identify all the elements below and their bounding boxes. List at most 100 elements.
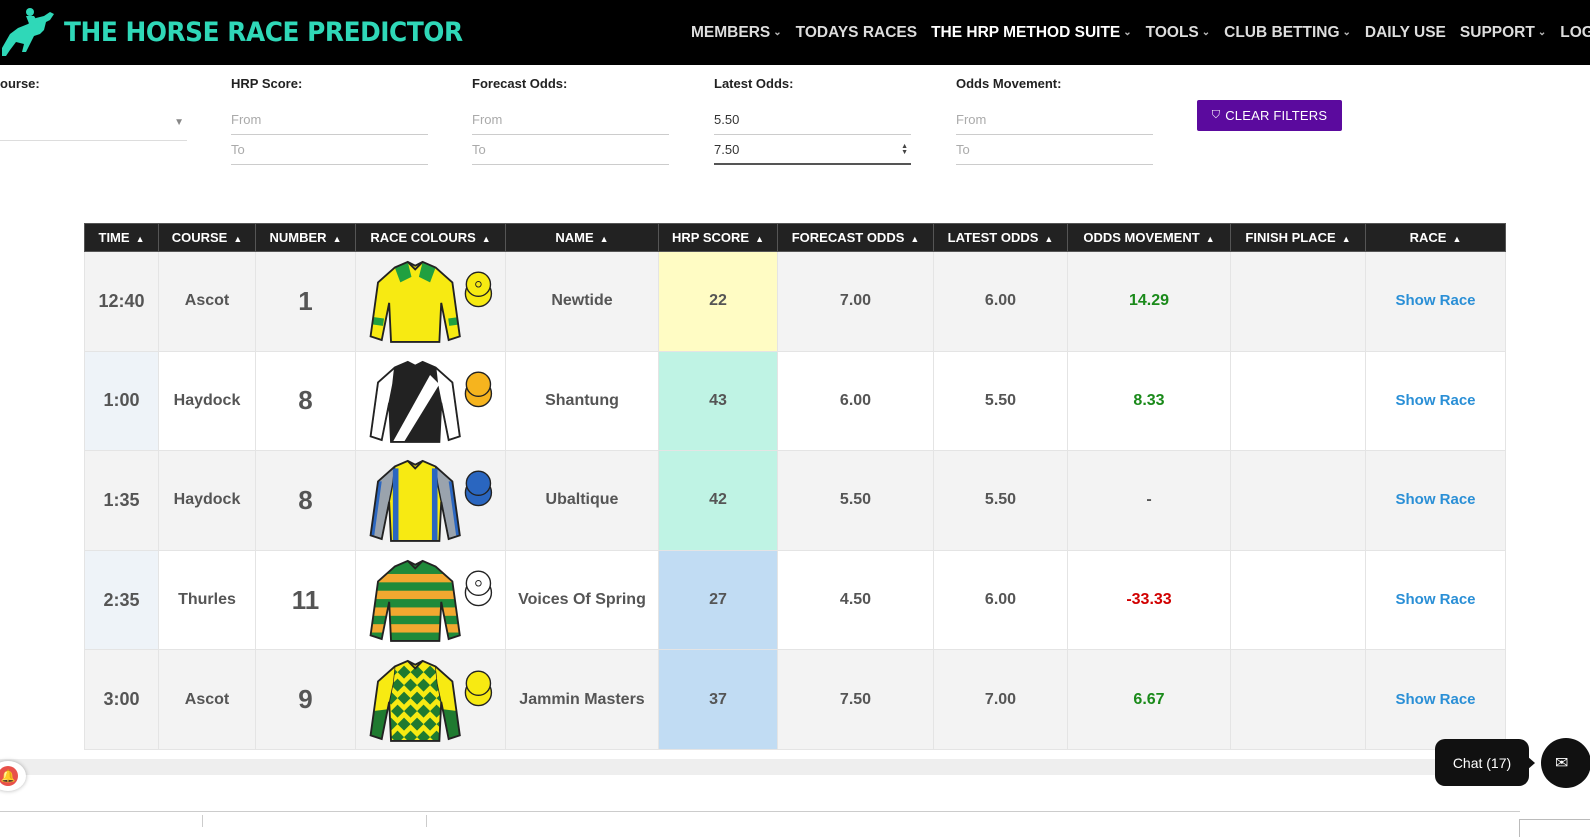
latest-from-input[interactable] bbox=[714, 105, 911, 135]
show-race-link[interactable]: Show Race bbox=[1395, 591, 1475, 608]
cell-course: Thurles bbox=[158, 549, 256, 651]
cell-course-text: Ascot bbox=[184, 690, 230, 708]
column-header-name[interactable]: NAME ▲ bbox=[505, 223, 659, 252]
forecast-to-input[interactable] bbox=[472, 135, 669, 165]
filter-icon: ⛉ bbox=[1211, 109, 1221, 121]
cell-name-text: Voices Of Spring bbox=[518, 591, 646, 609]
column-header-latest-odds[interactable]: LATEST ODDS ▲ bbox=[933, 223, 1068, 252]
cell-time: 3:00 bbox=[84, 649, 159, 750]
spinner-icon[interactable]: ▲ ▼ bbox=[901, 143, 908, 156]
cell-number: 11 bbox=[255, 549, 356, 651]
footer-divider-tick bbox=[202, 815, 203, 827]
cell-race[interactable]: Show Race bbox=[1365, 450, 1506, 551]
cell-hrp-text: 37 bbox=[709, 690, 727, 708]
horizontal-scrollbar[interactable] bbox=[0, 759, 1510, 775]
cell-name: Shantung bbox=[505, 350, 659, 452]
jockey-silks-icon bbox=[369, 560, 492, 642]
jockey-silks-icon bbox=[369, 360, 492, 443]
cell-forecast: 7.50 bbox=[777, 649, 934, 750]
cell-race[interactable]: Show Race bbox=[1365, 251, 1506, 352]
column-header-hrp-score[interactable]: HRP SCORE ▲ bbox=[658, 223, 778, 252]
table-row: 1:35 Haydock 8 Ubaltique 42 5.50 5.50 - Show Ra… bbox=[84, 450, 1506, 551]
filter-latest-odds: Latest Odds: ▲▼ bbox=[714, 76, 911, 165]
nav-item-club-betting[interactable]: CLUB BETTING ⌄ bbox=[1224, 24, 1351, 42]
cell-time-text: 3:00 bbox=[103, 689, 140, 710]
cell-time: 1:35 bbox=[84, 450, 159, 551]
clear-filters-button[interactable]: ⛉ CLEAR FILTERS bbox=[1197, 100, 1342, 131]
cell-hrp: 42 bbox=[658, 450, 778, 551]
nav-item-logo[interactable]: LOGO bbox=[1560, 24, 1590, 42]
column-header-race[interactable]: RACE ▲ bbox=[1365, 223, 1506, 252]
cell-course-text: Haydock bbox=[173, 391, 241, 409]
nav-item-support[interactable]: SUPPORT ⌄ bbox=[1460, 24, 1546, 42]
show-race-link[interactable]: Show Race bbox=[1395, 491, 1475, 508]
chat-launcher[interactable]: ✉ bbox=[1541, 738, 1590, 788]
sort-arrow-icon: ▲ bbox=[599, 234, 609, 244]
table-row: 12:40 Ascot 1 Newtide 22 7.00 6.00 14.29 Show R… bbox=[84, 251, 1506, 352]
column-header-course[interactable]: COURSE ▲ bbox=[158, 223, 256, 252]
chevron-down-icon: ⌄ bbox=[1342, 27, 1351, 38]
latest-to-wrap: ▲▼ bbox=[714, 135, 911, 165]
column-header-label: NUMBER bbox=[269, 230, 327, 245]
column-header-time[interactable]: TIME ▲ bbox=[84, 223, 159, 252]
column-header-race-colours[interactable]: RACE COLOURS ▲ bbox=[355, 223, 506, 252]
cell-silks bbox=[355, 549, 506, 651]
nav-item-daily-use[interactable]: DAILY USE bbox=[1365, 24, 1446, 42]
cell-race[interactable]: Show Race bbox=[1365, 549, 1506, 651]
movement-to-input[interactable] bbox=[956, 135, 1153, 165]
footer-divider bbox=[0, 811, 1520, 812]
brand-logo[interactable]: THE HORSE RACE PREDICTOR bbox=[0, 4, 497, 60]
show-race-link[interactable]: Show Race bbox=[1395, 691, 1475, 708]
cell-number-text: 11 bbox=[291, 584, 320, 615]
latest-to-input[interactable] bbox=[714, 135, 911, 165]
show-race-link[interactable]: Show Race bbox=[1395, 292, 1475, 309]
column-header-number[interactable]: NUMBER ▲ bbox=[255, 223, 356, 252]
cell-race[interactable]: Show Race bbox=[1365, 350, 1506, 452]
cell-forecast: 4.50 bbox=[777, 549, 934, 651]
column-header-label: FORECAST ODDS bbox=[791, 230, 905, 245]
cell-hrp: 37 bbox=[658, 649, 778, 750]
nav-item-label: THE HRP METHOD SUITE bbox=[931, 23, 1121, 41]
nav-item-the-hrp-method-suite[interactable]: THE HRP METHOD SUITE ⌄ bbox=[931, 24, 1132, 42]
nav-item-todays-races[interactable]: TODAYS RACES bbox=[796, 24, 917, 42]
nav-item-tools[interactable]: TOOLS ⌄ bbox=[1146, 24, 1211, 42]
cell-number: 8 bbox=[255, 450, 356, 551]
column-header-label: COURSE bbox=[171, 230, 228, 245]
sort-arrow-icon: ▲ bbox=[481, 234, 491, 244]
table-header-row: TIME ▲ COURSE ▲ NUMBER ▲ RACE COLOURS ▲ NAME ▲ HRP… bbox=[84, 223, 1506, 252]
cell-race[interactable]: Show Race bbox=[1365, 649, 1506, 750]
cell-latest: 5.50 bbox=[933, 350, 1068, 452]
races-table: TIME ▲ COURSE ▲ NUMBER ▲ RACE COLOURS ▲ NAME ▲ HRP… bbox=[84, 223, 1506, 750]
footer-divider-tick bbox=[426, 815, 427, 827]
sort-arrow-icon: ▲ bbox=[1452, 234, 1462, 244]
cell-course: Ascot bbox=[158, 649, 256, 750]
cell-hrp-text: 22 bbox=[709, 292, 727, 310]
show-race-link[interactable]: Show Race bbox=[1395, 392, 1475, 409]
column-header-label: RACE COLOURS bbox=[370, 230, 476, 245]
cell-forecast-text: 7.50 bbox=[839, 690, 872, 708]
cell-name-text: Ubaltique bbox=[545, 491, 619, 509]
movement-from-input[interactable] bbox=[956, 105, 1153, 135]
column-header-odds-movement[interactable]: ODDS MOVEMENT ▲ bbox=[1067, 223, 1231, 252]
column-header-finish-place[interactable]: FINISH PLACE ▲ bbox=[1230, 223, 1366, 252]
hrp-from-input[interactable] bbox=[231, 105, 428, 135]
cell-number-text: 1 bbox=[298, 285, 313, 316]
cell-hrp: 43 bbox=[658, 350, 778, 452]
top-navbar: THE HORSE RACE PREDICTOR MEMBERS ⌄ TODAYS … bbox=[0, 0, 1590, 65]
cell-latest-text: 5.50 bbox=[984, 391, 1017, 409]
cell-finish bbox=[1230, 549, 1366, 651]
cell-name: Newtide bbox=[505, 251, 659, 352]
column-header-forecast-odds[interactable]: FORECAST ODDS ▲ bbox=[777, 223, 934, 252]
course-select[interactable]: ▼ bbox=[0, 105, 187, 141]
hrp-to-input[interactable] bbox=[231, 135, 428, 165]
cell-hrp: 27 bbox=[658, 549, 778, 651]
sort-arrow-icon: ▲ bbox=[1205, 234, 1215, 244]
cell-course: Ascot bbox=[158, 251, 256, 352]
cell-movement-text: - bbox=[1146, 491, 1152, 509]
sort-arrow-icon: ▲ bbox=[1044, 234, 1054, 244]
forecast-from-input[interactable] bbox=[472, 105, 669, 135]
nav-item-members[interactable]: MEMBERS ⌄ bbox=[691, 24, 782, 42]
chat-icon: ✉ bbox=[1555, 755, 1569, 772]
chat-button[interactable]: Chat (17) bbox=[1435, 739, 1529, 786]
column-header-label: FINISH PLACE bbox=[1245, 230, 1336, 245]
